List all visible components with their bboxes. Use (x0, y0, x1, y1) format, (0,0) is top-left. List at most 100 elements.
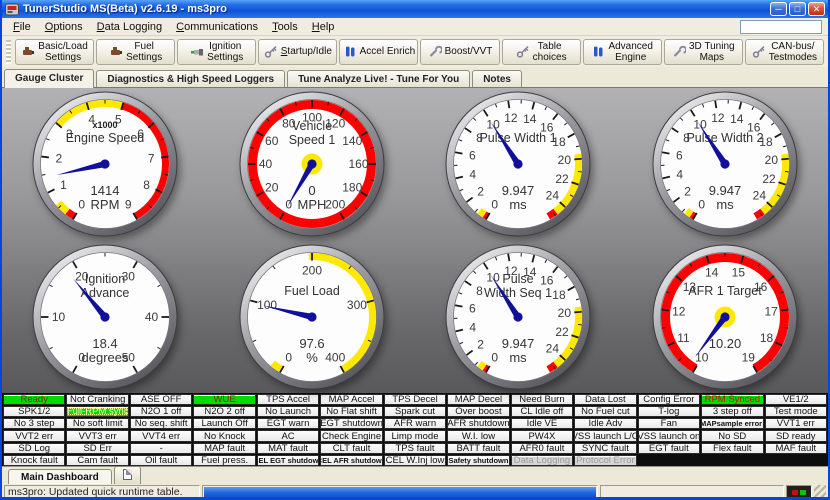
indicator-vss-launch-on: VSS launch on (638, 430, 700, 441)
toolbar-button-table-choices[interactable]: Tablechoices (502, 39, 581, 65)
key-icon (516, 45, 530, 58)
indicator-oil-fault: Oil fault (130, 455, 192, 466)
toolbar-button-startup-idle[interactable]: Startup/Idle (258, 39, 337, 65)
indicator-batt-fault: BATT fault (447, 443, 509, 454)
indicator-blank (638, 455, 700, 466)
toolbar-button-3d-tuning-maps[interactable]: 3D TuningMaps (664, 39, 743, 65)
svg-text:4: 4 (470, 320, 477, 334)
tab-diagnostics-high-speed-loggers[interactable]: Diagnostics & High Speed Loggers (96, 70, 285, 87)
indicator-vvt1-err: VVT1 err (765, 418, 827, 429)
new-dashboard-tab[interactable] (114, 466, 141, 484)
menu-item-data-logging[interactable]: Data Logging (90, 20, 169, 34)
svg-text:10: 10 (487, 118, 501, 132)
minimize-button[interactable]: ─ (770, 2, 787, 16)
indicator-over-boost: Over boost (447, 406, 509, 417)
svg-text:18.4: 18.4 (93, 336, 118, 351)
indicator-cel-w-inj-low: CEL W.Inj low (384, 455, 446, 466)
tab-notes[interactable]: Notes (472, 70, 522, 87)
svg-text:200: 200 (302, 263, 322, 277)
toolbar-button-accel-enrich[interactable]: Accel Enrich (339, 39, 418, 65)
indicator-fan: Fan (638, 418, 700, 429)
svg-text:6: 6 (469, 301, 476, 315)
menu-item-communications[interactable]: Communications (169, 20, 265, 34)
indicator-not-cranking: Not Cranking (66, 394, 128, 405)
toolbar-button-boost-vvt[interactable]: Boost/VVT (420, 39, 499, 65)
indicator-map-accel: MAP Accel (320, 394, 382, 405)
svg-text:9: 9 (125, 198, 132, 212)
menu-item-options[interactable]: Options (38, 20, 90, 34)
svg-text:Pulse: Pulse (503, 272, 534, 286)
svg-text:11: 11 (677, 331, 690, 345)
toolbar-button-fuel-settings[interactable]: FuelSettings (96, 39, 175, 65)
svg-text:10.20: 10.20 (708, 336, 741, 351)
svg-text:400: 400 (325, 350, 345, 364)
svg-text:ms: ms (716, 197, 734, 212)
comm-led-indicator (786, 485, 812, 499)
quick-search-field[interactable] (740, 20, 822, 34)
svg-text:9.947: 9.947 (502, 336, 535, 351)
svg-text:200: 200 (325, 198, 345, 212)
toolbar-button-can-bus-testmodes[interactable]: CAN-bus/Testmodes (745, 39, 824, 65)
indicator-afr0-fault: AFR0 fault (511, 443, 573, 454)
svg-text:12: 12 (504, 111, 518, 125)
svg-text:17: 17 (764, 304, 778, 318)
toolbar: Basic/LoadSettingsFuelSettings IgnitionSe… (2, 36, 828, 67)
wrench-icon (672, 45, 686, 58)
window-title: TunerStudio MS(Beta) v2.6.19 - ms3pro (23, 3, 770, 15)
gauge-ignition-advance-dial: 01020304050IgnitionAdvance18.4degrees (30, 242, 180, 392)
gauge-pulse-width-1-dial: 024681012141618202224Pulse Width 19.947m… (443, 89, 593, 239)
svg-text:Engine Speed: Engine Speed (66, 131, 145, 145)
indicator-idle-ve: Idle VE (511, 418, 573, 429)
svg-text:4: 4 (470, 168, 477, 182)
svg-text:6: 6 (676, 149, 683, 163)
tab-tune-analyze-live-tune-for-you[interactable]: Tune Analyze Live! - Tune For You (287, 70, 470, 87)
indicator-need-burn: Need Burn (511, 394, 573, 405)
toolbar-button-label: IgnitionSettings (207, 41, 243, 63)
svg-text:Vehicle: Vehicle (292, 119, 332, 133)
maximize-button[interactable]: □ (789, 2, 806, 16)
tab-main-dashboard[interactable]: Main Dashboard (8, 469, 112, 484)
indicator-protocol-error: Protocol Error (574, 455, 636, 466)
indicator-full-rpm-sync: Full-RPM sync (66, 406, 128, 417)
svg-text:24: 24 (752, 189, 766, 203)
svg-text:300: 300 (347, 298, 367, 312)
indicator-knock-fault: Knock fault (3, 455, 65, 466)
tab-gauge-cluster[interactable]: Gauge Cluster (4, 69, 94, 88)
close-button[interactable]: ✕ (808, 2, 825, 16)
gauge-ignition-advance: 01020304050IgnitionAdvance18.4degrees (2, 241, 209, 394)
svg-text:12: 12 (711, 111, 725, 125)
app-icon (5, 2, 19, 16)
toolbar-grip[interactable] (6, 40, 11, 64)
menu-item-tools[interactable]: Tools (265, 20, 305, 34)
svg-text:2: 2 (684, 185, 691, 199)
svg-text:0: 0 (492, 198, 499, 212)
indicator-pw4x: PW4X (511, 430, 573, 441)
toolbar-button-basic-load-settings[interactable]: Basic/LoadSettings (15, 39, 94, 65)
indicator-no-3-step: No 3 step (3, 418, 65, 429)
progress-bar (204, 487, 596, 497)
gauge-pulse-width-2-dial: 024681012141618202224Pulse Width 29.947m… (650, 89, 800, 239)
toolbar-button-label: Startup/Idle (281, 46, 332, 57)
progress-track (202, 485, 598, 499)
indicator-t-log: T-log (638, 406, 700, 417)
svg-text:Pulse Width 2: Pulse Width 2 (686, 131, 763, 145)
toolbar-button-advanced-engine[interactable]: AdvancedEngine (583, 39, 662, 65)
resize-grip-icon[interactable] (814, 485, 826, 499)
indicator-ase-off: ASE OFF (130, 394, 192, 405)
menu-item-help[interactable]: Help (305, 20, 342, 34)
indicator-afr-warn: AFR warn (384, 418, 446, 429)
indicator-spk1-2: SPK1/2 (3, 406, 65, 417)
page-icon (123, 469, 132, 480)
svg-text:Fuel Load: Fuel Load (284, 284, 340, 298)
status-bar: ms3pro: Updated quick runtime table. (2, 484, 828, 500)
toolbar-button-ignition-settings[interactable]: IgnitionSettings (177, 39, 256, 65)
menu-item-file[interactable]: File (6, 20, 38, 34)
indicator-cam-fault: Cam fault (66, 455, 128, 466)
svg-text:RPM: RPM (91, 197, 120, 212)
svg-text:14: 14 (730, 112, 744, 126)
indicator-rpm-synced: RPM Synced (701, 394, 763, 405)
toolbar-button-label: CAN-bus/Testmodes (769, 41, 817, 63)
pedals-icon (343, 45, 357, 58)
toolbar-button-label: Boost/VVT (445, 46, 493, 57)
indicator-3-step-off: 3 step off (701, 406, 763, 417)
